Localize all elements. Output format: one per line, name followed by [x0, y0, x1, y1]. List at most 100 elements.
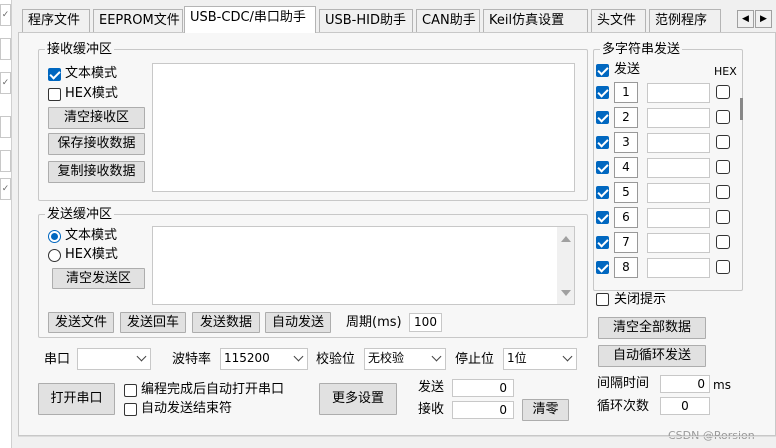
tab-next-button[interactable]: ▶	[755, 10, 772, 28]
multi-row-send-button[interactable]: 3	[614, 132, 638, 153]
baud-label: 波特率	[172, 352, 212, 367]
tab-usb-hid[interactable]: USB-HID助手	[319, 9, 413, 32]
copy-receive-button[interactable]: 复制接收数据	[48, 161, 145, 183]
send-count-label: 发送	[418, 380, 445, 395]
multi-row-enable-checkbox[interactable]	[596, 161, 609, 174]
bottom-divider	[18, 436, 776, 440]
multi-row-text-input[interactable]	[647, 233, 710, 253]
multi-row-enable-checkbox[interactable]	[596, 211, 609, 224]
left-check-2[interactable]: ✓	[0, 72, 11, 94]
open-port-button[interactable]: 打开串口	[38, 383, 115, 415]
tab-prev-button[interactable]: ◀	[737, 10, 754, 28]
tab-usb-cdc-serial[interactable]: USB-CDC/串口助手	[184, 6, 316, 33]
stop-bits-label: 停止位	[455, 352, 495, 367]
auto-loop-send-button[interactable]: 自动循环发送	[598, 345, 706, 367]
stop-bits-select[interactable]: 1位	[503, 348, 577, 370]
scroll-up-icon[interactable]	[561, 236, 571, 242]
more-settings-button[interactable]: 更多设置	[319, 383, 397, 415]
multi-row-hex-checkbox[interactable]	[716, 210, 730, 224]
parity-value: 无校验	[368, 351, 405, 365]
send-scrollbar[interactable]	[557, 227, 574, 304]
multi-row-text-input[interactable]	[647, 133, 710, 153]
tab-can[interactable]: CAN助手	[416, 9, 480, 32]
multi-row-send-button[interactable]: 1	[614, 82, 638, 103]
auto-open-label: 编程完成后自动打开串口	[141, 382, 285, 397]
send-file-button[interactable]: 发送文件	[48, 312, 114, 333]
parity-label: 校验位	[316, 352, 356, 367]
receive-text-mode-checkbox[interactable]	[48, 68, 61, 81]
multi-row-hex-checkbox[interactable]	[716, 135, 730, 149]
left-field-2[interactable]	[0, 116, 11, 138]
multi-row-send-button[interactable]: 5	[614, 182, 638, 203]
left-field-3[interactable]	[0, 150, 11, 172]
clear-receive-button[interactable]: 清空接收区	[48, 107, 145, 129]
tab-eeprom-file[interactable]: EEPROM文件	[93, 9, 183, 32]
auto-open-checkbox[interactable]	[124, 384, 137, 397]
tab-bar: 程序文件 EEPROM文件 USB-CDC/串口助手 USB-HID助手 CAN…	[18, 6, 776, 33]
multi-row-text-input[interactable]	[647, 83, 710, 103]
multi-row-send-button[interactable]: 2	[614, 107, 638, 128]
send-buffer-legend: 发送缓冲区	[47, 207, 113, 222]
loop-count-input[interactable]: 0	[660, 397, 710, 415]
multi-scroll-thumb[interactable]	[740, 98, 743, 120]
auto-end-checkbox[interactable]	[124, 403, 137, 416]
auto-send-button[interactable]: 自动发送	[265, 312, 331, 333]
tab-keil-sim[interactable]: Keil仿真设置	[483, 9, 588, 32]
interval-input[interactable]: 0	[660, 375, 710, 393]
multi-row-hex-checkbox[interactable]	[716, 85, 730, 99]
multi-row-enable-checkbox[interactable]	[596, 261, 609, 274]
period-label: 周期(ms)	[346, 315, 402, 330]
multi-row-text-input[interactable]	[647, 158, 710, 178]
send-count-field: 0	[452, 379, 514, 397]
send-text-mode-radio[interactable]	[48, 230, 61, 243]
multi-send-all-checkbox[interactable]	[596, 64, 609, 77]
multi-row-enable-checkbox[interactable]	[596, 136, 609, 149]
clear-send-button[interactable]: 清空发送区	[52, 268, 145, 289]
close-tip-checkbox[interactable]	[596, 293, 609, 306]
auto-end-label: 自动发送结束符	[141, 401, 233, 416]
multi-row-enable-checkbox[interactable]	[596, 86, 609, 99]
multi-row-text-input[interactable]	[647, 258, 710, 278]
multi-send-header: 发送	[614, 62, 641, 77]
multi-row-hex-checkbox[interactable]	[716, 160, 730, 174]
save-receive-button[interactable]: 保存接收数据	[48, 133, 145, 155]
left-window-edge: ✓ ✓ ✓	[0, 0, 12, 448]
tab-header-file[interactable]: 头文件	[591, 9, 646, 32]
multi-row-send-button[interactable]: 4	[614, 157, 638, 178]
tab-examples[interactable]: 范例程序	[649, 9, 721, 32]
multi-row-text-input[interactable]	[647, 108, 710, 128]
interval-unit: ms	[713, 378, 731, 392]
send-hex-mode-radio[interactable]	[48, 249, 61, 262]
multi-row-enable-checkbox[interactable]	[596, 111, 609, 124]
left-check-3[interactable]: ✓	[0, 178, 11, 200]
clear-all-data-button[interactable]: 清空全部数据	[598, 317, 706, 339]
send-enter-button[interactable]: 发送回车	[120, 312, 186, 333]
receive-textarea[interactable]	[152, 63, 575, 192]
left-field-1[interactable]	[0, 38, 11, 60]
multi-row-hex-checkbox[interactable]	[716, 260, 730, 274]
left-check-1[interactable]: ✓	[0, 4, 11, 26]
tab-program-file[interactable]: 程序文件	[22, 9, 90, 32]
clear-counters-button[interactable]: 清零	[522, 399, 569, 421]
period-input[interactable]: 100	[409, 313, 442, 332]
multi-string-legend: 多字符串发送	[602, 42, 681, 57]
parity-select[interactable]: 无校验	[364, 348, 446, 370]
chevron-down-icon	[562, 351, 573, 362]
multi-row-text-input[interactable]	[647, 208, 710, 228]
multi-row-send-button[interactable]: 7	[614, 232, 638, 253]
port-select[interactable]	[77, 348, 151, 370]
scroll-down-icon[interactable]	[561, 290, 571, 296]
receive-hex-mode-checkbox[interactable]	[48, 88, 61, 101]
multi-row-hex-checkbox[interactable]	[716, 110, 730, 124]
multi-row-send-button[interactable]: 6	[614, 207, 638, 228]
send-textarea[interactable]	[152, 226, 575, 305]
baud-select[interactable]: 115200	[220, 348, 308, 370]
multi-row-hex-checkbox[interactable]	[716, 235, 730, 249]
multi-row-enable-checkbox[interactable]	[596, 236, 609, 249]
loop-count-label: 循环次数	[597, 399, 650, 414]
multi-row-text-input[interactable]	[647, 183, 710, 203]
multi-row-hex-checkbox[interactable]	[716, 185, 730, 199]
multi-row-send-button[interactable]: 8	[614, 257, 638, 278]
multi-row-enable-checkbox[interactable]	[596, 186, 609, 199]
send-data-button[interactable]: 发送数据	[192, 312, 260, 333]
